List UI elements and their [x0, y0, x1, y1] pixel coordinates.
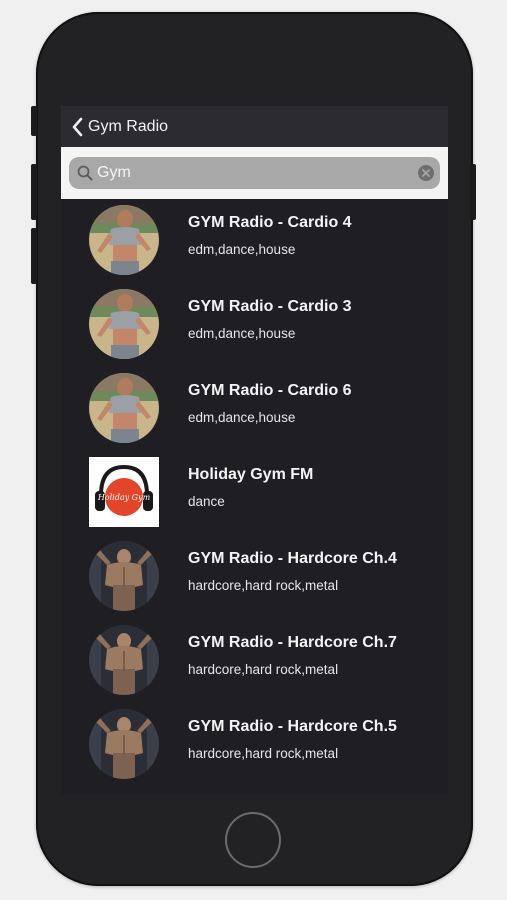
station-row[interactable]: GYM Radio - Cardio 3 edm,dance,house	[61, 283, 448, 367]
bodybuilder-artwork	[89, 541, 159, 611]
station-genres: hardcore,hard rock,metal	[188, 662, 339, 677]
clear-icon[interactable]	[418, 165, 434, 181]
cardio-woman-artwork	[89, 373, 159, 443]
bodybuilder-artwork	[89, 625, 159, 695]
volume-down-button	[31, 228, 37, 284]
station-title: GYM Radio - Cardio 6	[188, 382, 352, 399]
station-genres: hardcore,hard rock,metal	[188, 578, 339, 593]
holiday-gym-logo-text: Holiday Gym	[97, 493, 151, 502]
cardio-woman-artwork	[89, 205, 159, 275]
home-button[interactable]	[225, 812, 281, 868]
station-title: Holiday Gym FM	[188, 466, 314, 483]
cardio-woman-artwork	[89, 289, 159, 359]
holiday-gym-headphones-logo: Holiday Gym	[89, 457, 159, 527]
station-row[interactable]: GYM Radio - Hardcore Ch.4 hardcore,hard …	[61, 535, 448, 619]
mute-switch	[31, 106, 37, 136]
search-bar	[61, 147, 448, 199]
back-button-label: Gym Radio	[88, 117, 169, 135]
station-row[interactable]: GYM Radio - Cardio 4 edm,dance,house	[61, 199, 448, 283]
station-genres: edm,dance,house	[188, 242, 296, 257]
station-genres: dance	[188, 494, 225, 509]
station-title: GYM Radio - Hardcore Ch.7	[188, 634, 397, 651]
station-genres: edm,dance,house	[188, 410, 296, 425]
search-field[interactable]	[69, 157, 440, 189]
station-list: GYM Radio - Cardio 4 edm,dance,house GYM…	[61, 199, 448, 787]
volume-up-button	[31, 164, 37, 220]
bodybuilder-artwork	[89, 709, 159, 779]
station-row[interactable]: GYM Radio - Hardcore Ch.7 hardcore,hard …	[61, 619, 448, 703]
station-title: GYM Radio - Cardio 4	[188, 214, 352, 231]
navigation-bar: Gym Radio	[61, 106, 448, 147]
back-button[interactable]: Gym Radio	[61, 106, 168, 147]
search-icon	[77, 165, 93, 181]
station-row[interactable]: GYM Radio - Cardio 6 edm,dance,house	[61, 367, 448, 451]
chevron-left-icon	[72, 117, 83, 136]
app-screen: Gym Radio Gym GYM Radio - Cardio 4 edm,d…	[61, 106, 448, 794]
station-row[interactable]: Holiday Gym Holiday Gym FM dance	[61, 451, 448, 535]
station-title: GYM Radio - Hardcore Ch.5	[188, 718, 397, 735]
search-input[interactable]	[97, 164, 387, 182]
station-genres: edm,dance,house	[188, 326, 296, 341]
station-title: GYM Radio - Hardcore Ch.4	[188, 550, 397, 567]
station-genres: hardcore,hard rock,metal	[188, 746, 339, 761]
station-title: GYM Radio - Cardio 3	[188, 298, 352, 315]
station-row[interactable]: GYM Radio - Hardcore Ch.5 hardcore,hard …	[61, 703, 448, 787]
power-button	[470, 164, 476, 220]
